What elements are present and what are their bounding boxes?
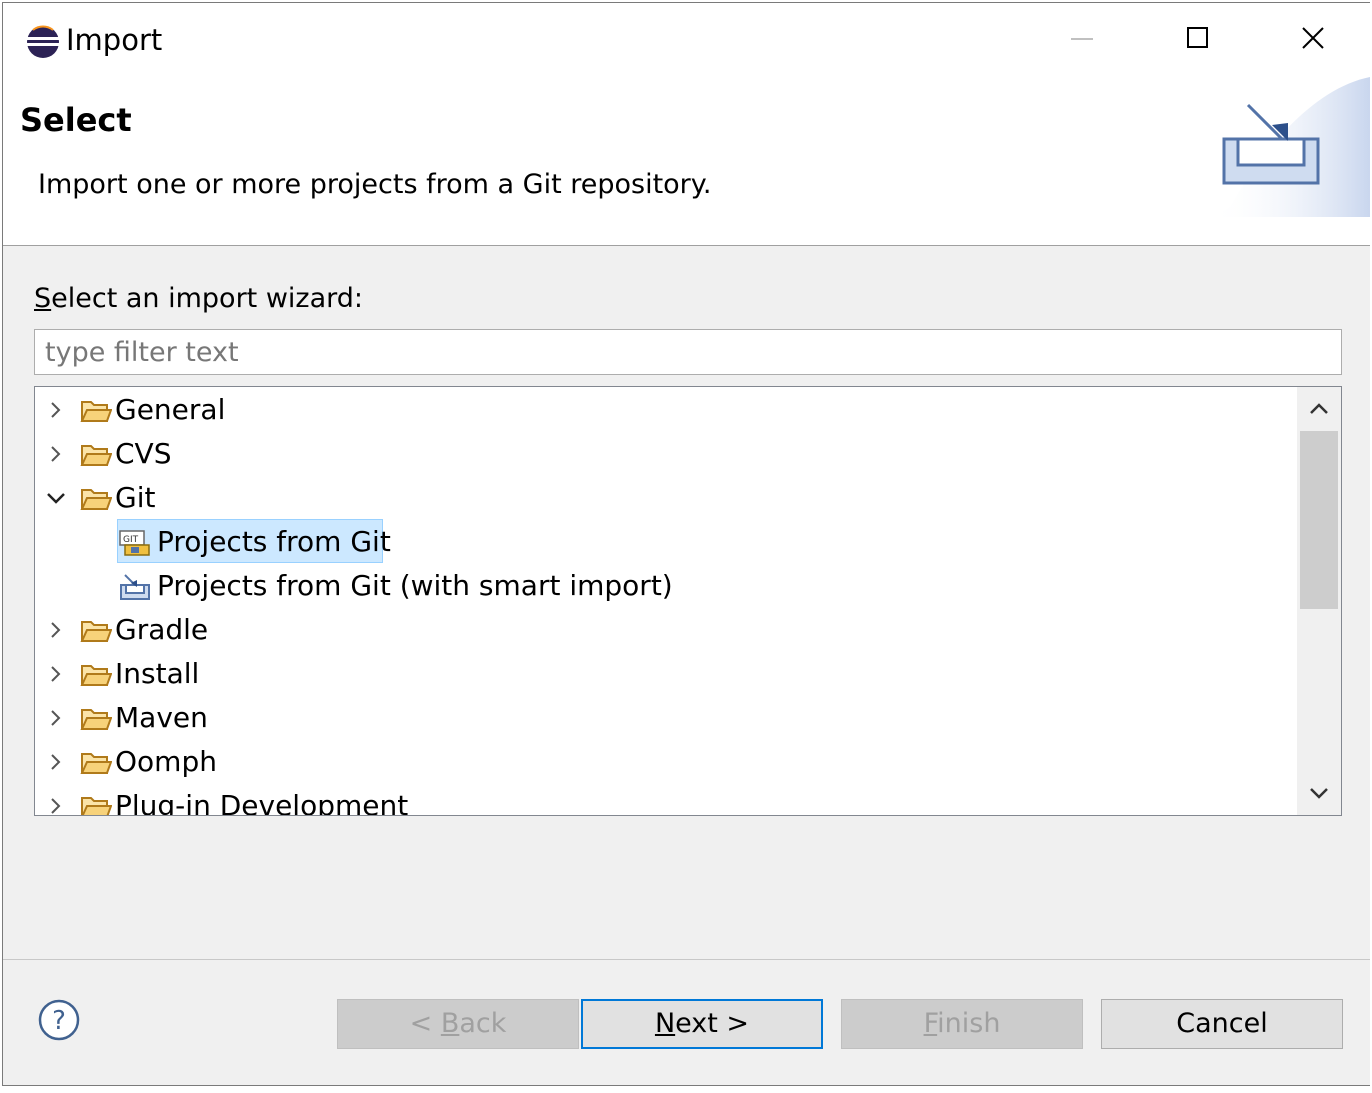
tree-item-label: Oomph	[115, 745, 217, 778]
git-import-icon: GIT	[119, 530, 150, 556]
tree-item-gradle[interactable]: Gradle	[35, 609, 1297, 653]
svg-text:GIT: GIT	[123, 535, 139, 545]
tree-item-general[interactable]: General	[35, 389, 1297, 433]
minimize-button[interactable]	[1025, 3, 1141, 75]
import-dialog: Import Select Import one or more project…	[2, 2, 1370, 1086]
tree-item-maven[interactable]: Maven	[35, 697, 1297, 741]
folder-open-icon	[80, 489, 112, 510]
chevron-right-icon[interactable]	[45, 399, 67, 421]
svg-text:?: ?	[52, 1006, 66, 1036]
tree-item-label: Maven	[115, 701, 208, 734]
chevron-down-icon[interactable]	[45, 487, 67, 509]
title-bar: Import	[3, 3, 1370, 77]
label-mnemonic: S	[34, 283, 52, 314]
next-button-label: ext >	[675, 1008, 750, 1039]
tree-item-label: Install	[115, 657, 200, 690]
folder-icon	[80, 665, 112, 686]
chevron-right-icon[interactable]	[45, 663, 67, 685]
folder-icon	[80, 753, 112, 774]
finish-button-label: inish	[937, 1008, 1001, 1039]
page-title: Select	[20, 101, 132, 139]
filter-input[interactable]	[34, 329, 1342, 375]
tree-item-label: General	[115, 393, 226, 426]
chevron-right-icon[interactable]	[45, 707, 67, 729]
chevron-right-icon[interactable]	[45, 795, 67, 816]
tree-item-label: CVS	[115, 437, 172, 470]
folder-icon	[80, 445, 112, 466]
tree-item-install[interactable]: Install	[35, 653, 1297, 697]
import-wizard-banner-icon	[1210, 77, 1370, 217]
chevron-right-icon[interactable]	[45, 443, 67, 465]
tree-item-label: Projects from Git (with smart import)	[157, 569, 673, 602]
scroll-down-icon[interactable]	[1307, 781, 1331, 805]
folder-icon	[81, 797, 112, 815]
scroll-up-icon[interactable]	[1307, 397, 1331, 421]
back-button-label: ack	[459, 1008, 507, 1039]
vertical-scrollbar[interactable]	[1297, 387, 1341, 815]
tree-item-label: Projects from Git	[157, 525, 391, 558]
tree-item-label: Gradle	[115, 613, 209, 646]
help-icon[interactable]: ?	[38, 999, 80, 1041]
folder-icon	[80, 621, 112, 642]
finish-button[interactable]: Finish	[841, 999, 1083, 1049]
eclipse-icon	[25, 24, 61, 64]
back-button[interactable]: < Back	[337, 999, 579, 1049]
tree-item-oomph[interactable]: Oomph	[35, 741, 1297, 785]
tree-item-projects-from-git-smart-import[interactable]: Projects from Git (with smart import)	[35, 565, 1297, 609]
tree-item-plug-in-development[interactable]: Plug-in Development	[35, 785, 1297, 816]
close-icon	[1302, 27, 1324, 49]
chevron-right-icon[interactable]	[45, 619, 67, 641]
close-button[interactable]	[1255, 3, 1371, 75]
next-button[interactable]: Next >	[581, 999, 823, 1049]
button-bar-separator	[3, 959, 1370, 960]
scrollbar-thumb[interactable]	[1300, 431, 1338, 609]
folder-icon	[80, 709, 112, 730]
back-button-mnemonic: B	[440, 1008, 460, 1039]
window-title: Import	[66, 23, 163, 57]
tree-item-git[interactable]: Git	[35, 477, 1297, 521]
cancel-button[interactable]: Cancel	[1101, 999, 1343, 1049]
wizard-header: Select Import one or more projects from …	[3, 77, 1370, 246]
label-text: elect an import wizard:	[51, 283, 364, 314]
maximize-button[interactable]	[1141, 3, 1257, 75]
page-description: Import one or more projects from a Git r…	[38, 169, 712, 200]
chevron-right-icon[interactable]	[45, 751, 67, 773]
wizard-tree: General CVS Git GIT Projects from Git Pr…	[34, 386, 1342, 816]
folder-icon	[80, 401, 112, 422]
smart-import-icon	[120, 574, 150, 600]
maximize-icon	[1187, 27, 1208, 48]
tree-item-cvs[interactable]: CVS	[35, 433, 1297, 477]
tree-item-projects-from-git[interactable]: GIT Projects from Git	[35, 519, 1297, 565]
import-wizard-label: Select an import wizard:	[34, 283, 363, 314]
back-button-prefix: <	[409, 1008, 441, 1039]
next-button-mnemonic: N	[654, 1008, 676, 1039]
tree-item-label: Git	[115, 481, 156, 514]
tree-item-label: Plug-in Development	[115, 789, 409, 816]
finish-button-mnemonic: F	[923, 1008, 938, 1039]
minimize-icon	[1071, 38, 1093, 40]
